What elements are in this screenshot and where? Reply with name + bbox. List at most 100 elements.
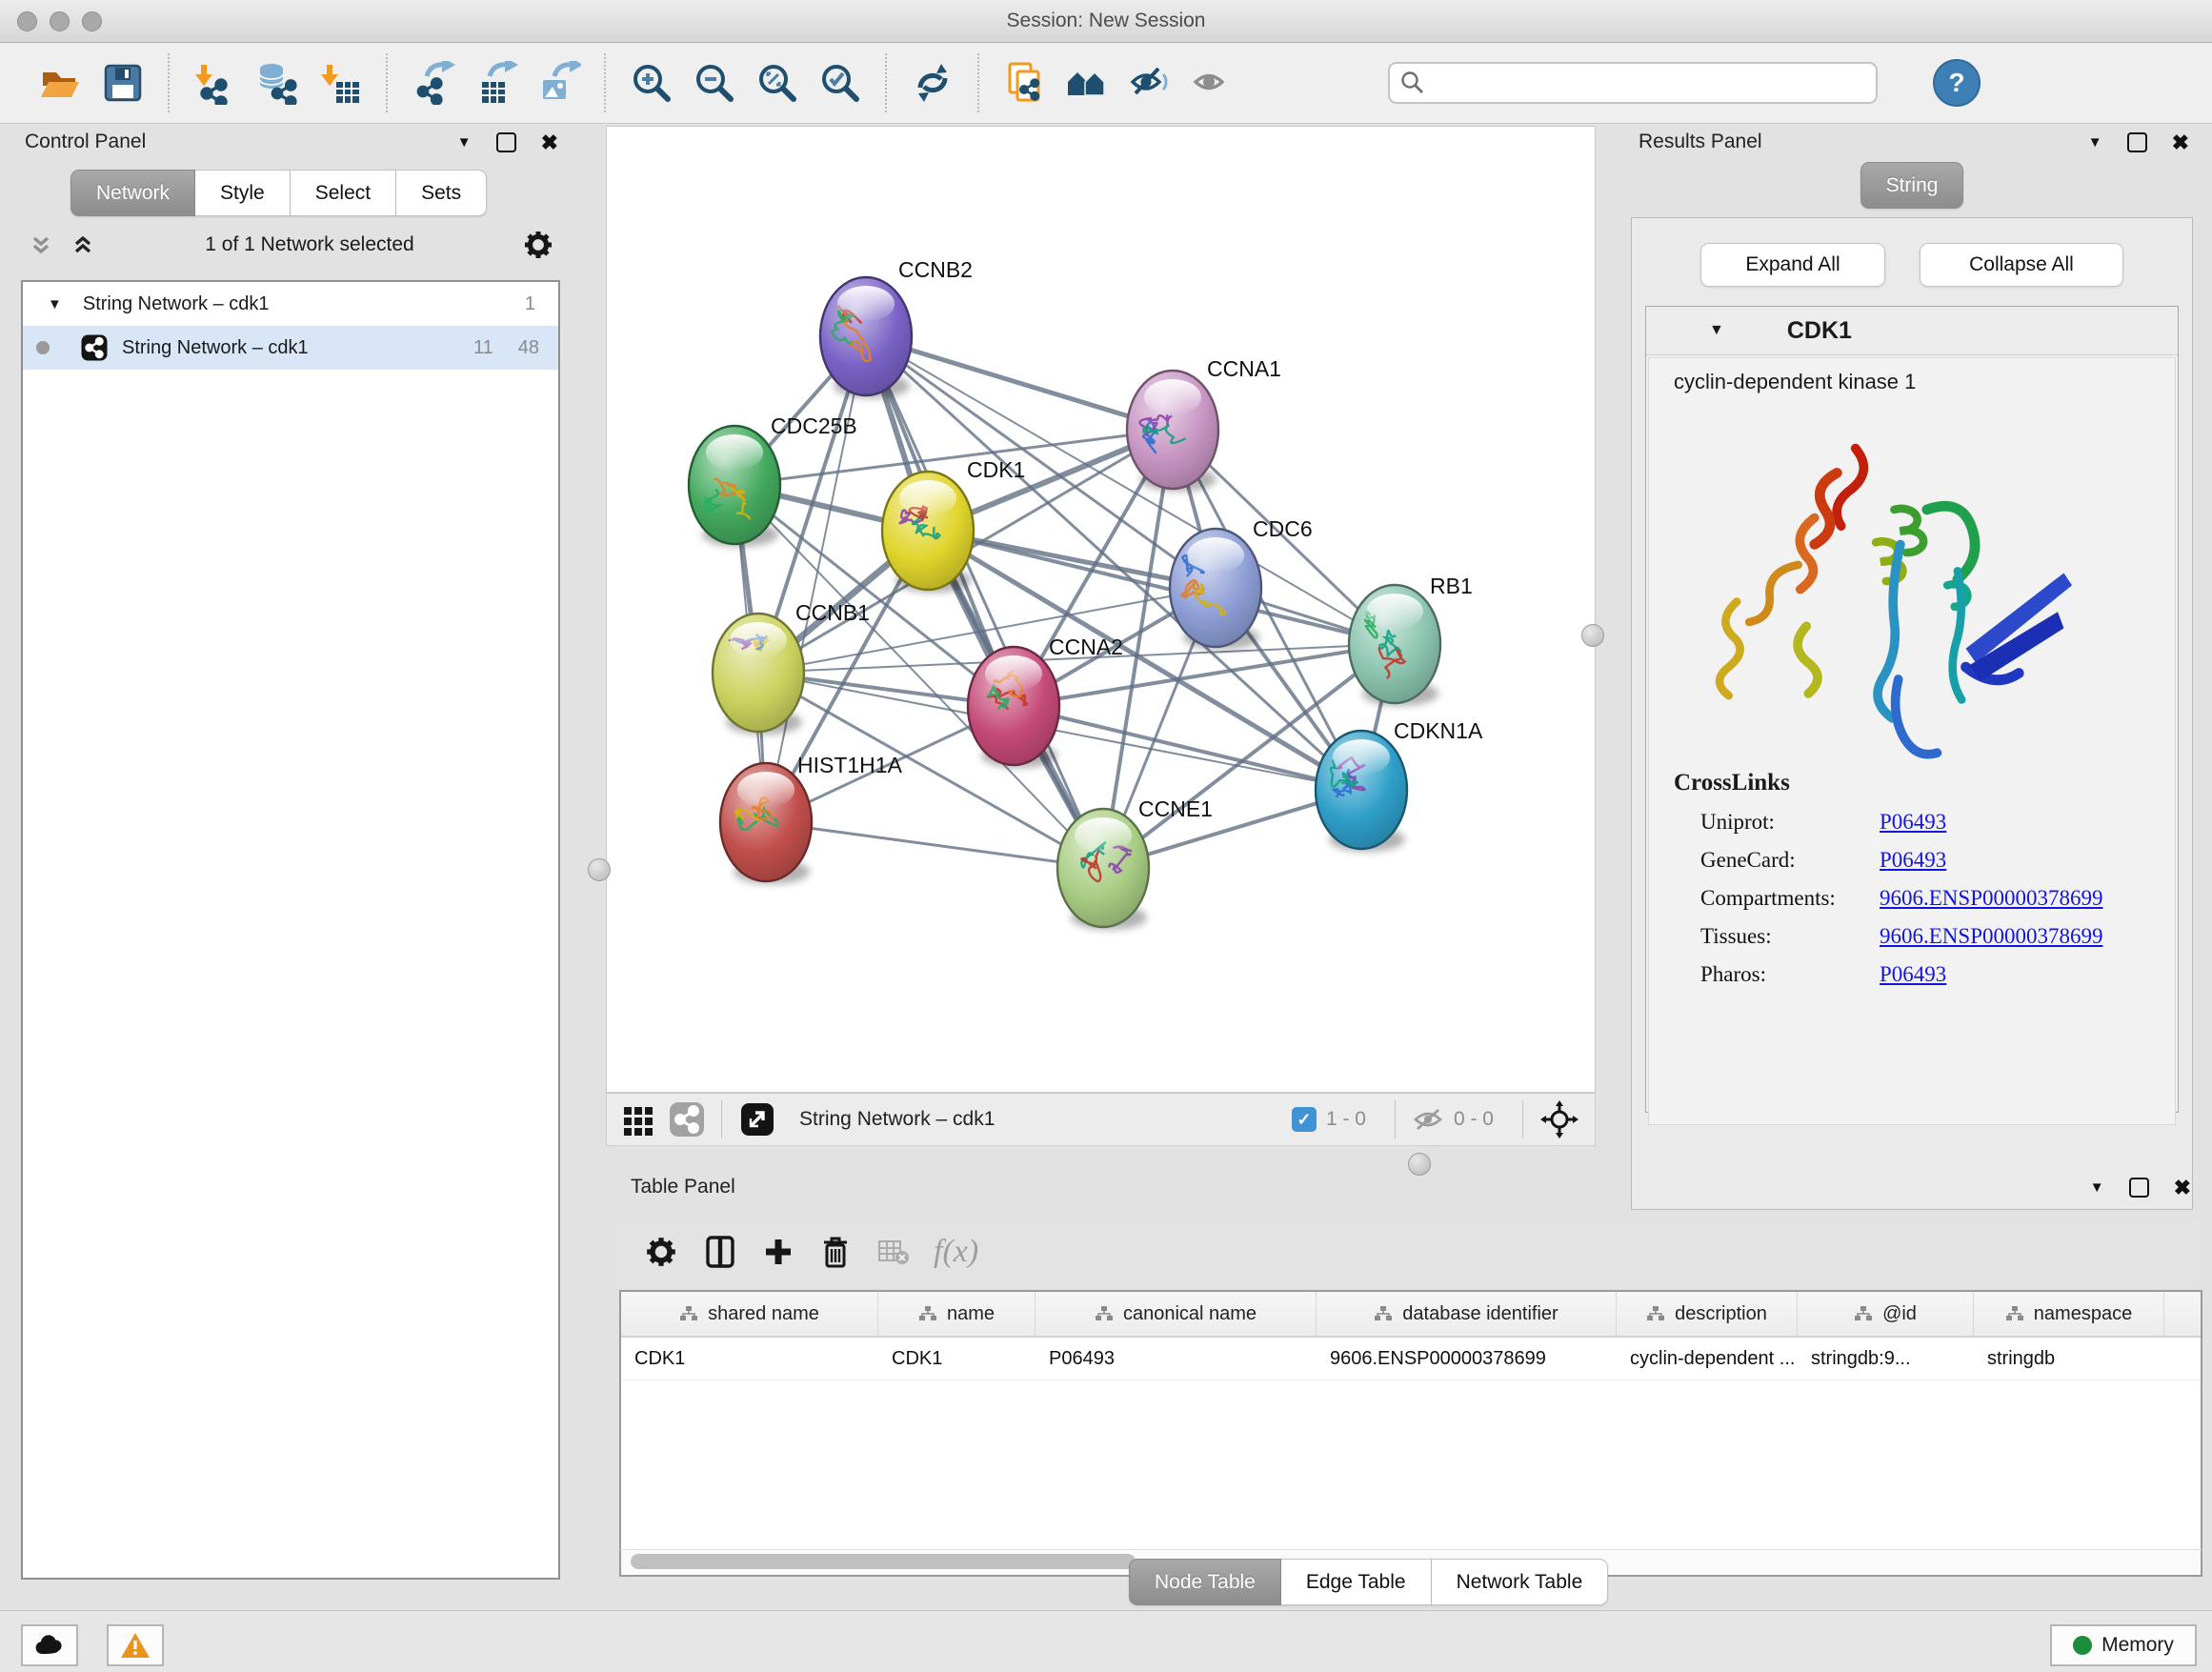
hide-selected-button[interactable] bbox=[1119, 52, 1182, 113]
import-table-from-file-button[interactable] bbox=[310, 52, 372, 113]
panel-menu-icon[interactable]: ▼ bbox=[2088, 134, 2102, 151]
tab-string[interactable]: String bbox=[1860, 162, 1964, 209]
network-canvas[interactable]: CCNB2CCNA1CDC25BCDK1CDC6RB1CCNB1CCNA2CDK… bbox=[606, 126, 1596, 1093]
column-header-namespace[interactable]: namespace bbox=[1974, 1292, 2164, 1336]
selected-checkbox-icon[interactable]: ✓ bbox=[1292, 1107, 1317, 1132]
crosslink-value-link[interactable]: 9606.ENSP00000378699 bbox=[1880, 924, 2103, 949]
left-splitter-handle[interactable] bbox=[588, 858, 611, 881]
export-network-button[interactable] bbox=[402, 52, 465, 113]
tab-network[interactable]: Network bbox=[70, 170, 195, 216]
network-edge[interactable] bbox=[766, 336, 866, 822]
network-node-CDC25B[interactable] bbox=[689, 426, 780, 547]
first-neighbors-button[interactable] bbox=[1056, 52, 1119, 113]
panel-float-icon[interactable] bbox=[496, 132, 516, 152]
network-options-gear-icon[interactable] bbox=[522, 229, 554, 261]
network-node-CDK1[interactable] bbox=[882, 472, 974, 593]
network-node-CCNA1[interactable] bbox=[1127, 371, 1218, 492]
column-header-canonical-name[interactable]: canonical name bbox=[1036, 1292, 1317, 1336]
crosslink-value-link[interactable]: P06493 bbox=[1880, 848, 1946, 873]
fit-selected-crosshair-icon[interactable] bbox=[1539, 1099, 1579, 1139]
expand-all-icon[interactable] bbox=[69, 231, 97, 259]
network-edge[interactable] bbox=[766, 822, 1103, 868]
panel-menu-icon[interactable]: ▼ bbox=[457, 134, 472, 151]
zoom-out-button[interactable] bbox=[683, 52, 746, 113]
column-header-shared-name[interactable]: shared name bbox=[621, 1292, 878, 1336]
table-cell[interactable]: CDK1 bbox=[621, 1338, 878, 1380]
clone-network-button[interactable] bbox=[994, 52, 1056, 113]
tab-sets[interactable]: Sets bbox=[396, 170, 487, 216]
search-box[interactable] bbox=[1388, 62, 1878, 104]
panel-float-icon[interactable] bbox=[2127, 132, 2147, 152]
table-cell[interactable]: cyclin-dependent ... bbox=[1617, 1338, 1798, 1380]
tree-expand-icon[interactable]: ▼ bbox=[48, 296, 62, 312]
open-in-window-icon[interactable] bbox=[738, 1100, 776, 1138]
string-network-badge-icon[interactable] bbox=[668, 1100, 706, 1138]
tab-style[interactable]: Style bbox=[195, 170, 291, 216]
tab-node-table[interactable]: Node Table bbox=[1129, 1559, 1281, 1605]
tree-row-collection[interactable]: ▼ String Network – cdk1 1 bbox=[23, 282, 558, 326]
panel-close-icon[interactable]: ✖ bbox=[2174, 1179, 2191, 1196]
import-network-from-file-button[interactable] bbox=[184, 52, 247, 113]
open-session-button[interactable] bbox=[29, 52, 91, 113]
search-input[interactable] bbox=[1426, 71, 1840, 95]
network-edge[interactable] bbox=[866, 336, 1103, 868]
tree-row-network[interactable]: String Network – cdk1 11 48 bbox=[23, 326, 558, 370]
table-cell[interactable]: P06493 bbox=[1036, 1338, 1317, 1380]
network-node-CCNE1[interactable] bbox=[1057, 809, 1149, 930]
network-node-HIST1H1A[interactable] bbox=[720, 763, 812, 884]
table-cell[interactable]: 9606.ENSP00000378699 bbox=[1317, 1338, 1617, 1380]
network-node-CCNB2[interactable] bbox=[820, 277, 912, 398]
save-session-button[interactable] bbox=[91, 52, 154, 113]
network-node-CDC6[interactable] bbox=[1170, 529, 1261, 650]
string-results-container: Expand All Collapse All ▼ CDK1 cyclin-de… bbox=[1631, 217, 2193, 1210]
tab-network-table[interactable]: Network Table bbox=[1432, 1559, 1609, 1605]
column-header-name[interactable]: name bbox=[878, 1292, 1036, 1336]
panel-float-icon[interactable] bbox=[2129, 1178, 2149, 1198]
crosslink-value-link[interactable]: 9606.ENSP00000378699 bbox=[1880, 886, 2103, 911]
table-cell[interactable]: stringdb bbox=[1974, 1338, 2164, 1380]
table-row[interactable]: CDK1CDK1P064939606.ENSP00000378699cyclin… bbox=[621, 1338, 2201, 1380]
add-column-icon[interactable] bbox=[762, 1236, 794, 1268]
birds-eye-view-icon[interactable] bbox=[620, 1101, 656, 1138]
table-cell[interactable]: CDK1 bbox=[878, 1338, 1036, 1380]
apply-preferred-layout-button[interactable] bbox=[901, 52, 964, 113]
collapse-all-icon[interactable] bbox=[27, 231, 55, 259]
column-header--id[interactable]: @id bbox=[1798, 1292, 1974, 1336]
network-node-CCNB1[interactable] bbox=[713, 614, 804, 735]
zoom-in-button[interactable] bbox=[620, 52, 683, 113]
tab-select[interactable]: Select bbox=[291, 170, 396, 216]
table-cell[interactable]: stringdb:9... bbox=[1798, 1338, 1974, 1380]
network-node-CCNA2[interactable] bbox=[968, 647, 1059, 768]
warnings-button[interactable] bbox=[107, 1624, 164, 1666]
import-network-from-database-button[interactable] bbox=[247, 52, 310, 113]
node-label-CDK1: CDK1 bbox=[967, 457, 1025, 482]
network-node-RB1[interactable] bbox=[1349, 585, 1440, 706]
right-splitter-handle[interactable] bbox=[1581, 624, 1604, 647]
zoom-selected-button[interactable] bbox=[809, 52, 872, 113]
column-header-description[interactable]: description bbox=[1617, 1292, 1798, 1336]
export-table-button[interactable] bbox=[465, 52, 528, 113]
collapse-entry-icon[interactable]: ▼ bbox=[1709, 322, 1724, 339]
cloud-status-button[interactable] bbox=[21, 1624, 78, 1666]
gene-name: CDK1 bbox=[1787, 317, 1852, 345]
scrollbar-thumb[interactable] bbox=[631, 1554, 1136, 1569]
export-image-button[interactable] bbox=[528, 52, 591, 113]
show-columns-icon[interactable] bbox=[703, 1234, 737, 1270]
network-node-CDKN1A[interactable] bbox=[1316, 731, 1407, 852]
panel-close-icon[interactable]: ✖ bbox=[2172, 134, 2189, 151]
panel-close-icon[interactable]: ✖ bbox=[541, 134, 558, 151]
crosslink-value-link[interactable]: P06493 bbox=[1880, 962, 1946, 987]
table-options-gear-icon[interactable] bbox=[644, 1235, 678, 1269]
panel-menu-icon[interactable]: ▼ bbox=[2090, 1179, 2104, 1196]
show-all-button[interactable] bbox=[1182, 52, 1245, 113]
zoom-fit-content-button[interactable] bbox=[746, 52, 809, 113]
crosslink-value-link[interactable]: P06493 bbox=[1880, 810, 1946, 835]
help-button[interactable]: ? bbox=[1933, 59, 1981, 107]
delete-column-icon[interactable] bbox=[819, 1234, 852, 1270]
collapse-all-button[interactable]: Collapse All bbox=[1920, 243, 2123, 287]
expand-all-button[interactable]: Expand All bbox=[1700, 243, 1885, 287]
memory-button[interactable]: Memory bbox=[2050, 1624, 2197, 1666]
tab-edge-table[interactable]: Edge Table bbox=[1281, 1559, 1432, 1605]
network-edge[interactable] bbox=[866, 336, 1173, 430]
column-header-database-identifier[interactable]: database identifier bbox=[1317, 1292, 1617, 1336]
